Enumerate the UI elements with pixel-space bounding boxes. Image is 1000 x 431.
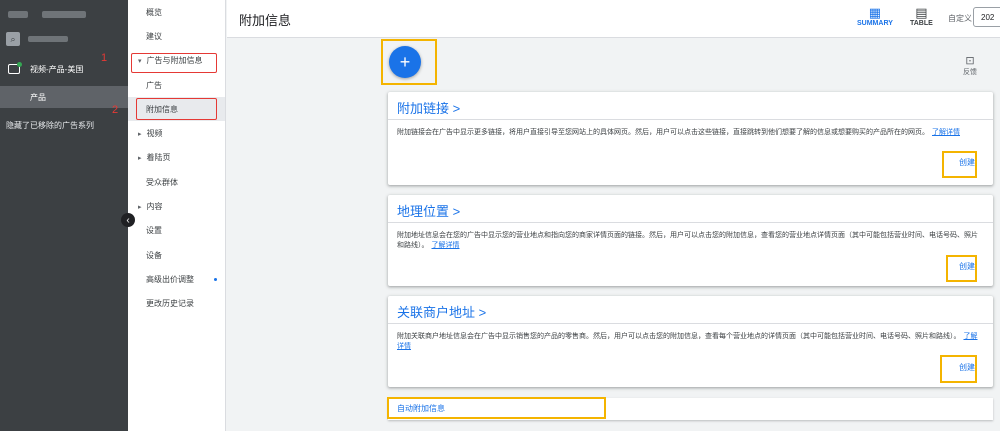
feedback-icon: ⊡: [965, 55, 975, 67]
campaign-name: 视频-产品-美国: [30, 64, 84, 74]
account-name-redacted: [42, 10, 86, 18]
sitelink-desc-text: 附加链接会在广告中显示更多链接，将用户直接引导至您网站上的具体网页。然后，用户可…: [397, 129, 929, 136]
new-indicator-dot: [214, 278, 217, 282]
summary-icon: ▦: [868, 5, 882, 20]
collapse-sidebar-chevron-icon[interactable]: ‹: [121, 213, 135, 227]
highlight-box-add: [381, 39, 437, 85]
video-campaign-icon: [8, 62, 22, 74]
page-title: 附加信息: [239, 13, 292, 28]
affiliate-location-card: 关联商户地址 > 附加关联商户地址信息会在广告中显示销售您的产品的零售商。然后，…: [388, 296, 993, 387]
nav-advanced-bid-label: 高级出价调整: [146, 274, 194, 284]
sitelink-learn-more-link[interactable]: 了解详情: [932, 129, 960, 136]
feedback-label: 反馈: [963, 69, 977, 76]
search-icon[interactable]: ⌕: [6, 32, 20, 46]
nav-videos[interactable]: 视频: [128, 121, 225, 145]
nav-landing-pages[interactable]: 着陆页: [128, 146, 225, 170]
highlight-box-extensions: [136, 98, 217, 120]
table-icon: ▤: [915, 5, 928, 20]
affiliate-location-description: 附加关联商户地址信息会在广告中显示销售您的产品的零售商。然后，用户可以点击您的附…: [388, 324, 993, 352]
account-selector[interactable]: [0, 0, 128, 28]
nav-ads[interactable]: 广告: [128, 73, 225, 97]
date-range-label: 自定义: [948, 14, 972, 23]
highlight-box-ads-extensions: [131, 53, 217, 73]
highlight-box-create-2: [946, 255, 977, 282]
nav-content[interactable]: 内容: [128, 194, 225, 218]
account-icon: [8, 10, 28, 18]
table-view-button[interactable]: ▤ TABLE: [910, 5, 933, 27]
highlight-box-create-1: [942, 151, 977, 178]
sitelink-description: 附加链接会在广告中显示更多链接，将用户直接引导至您网站上的具体网页。然后，用户可…: [388, 120, 993, 138]
nav-devices[interactable]: 设备: [128, 243, 225, 267]
affiliate-location-title[interactable]: 关联商户地址 >: [388, 296, 993, 324]
location-desc-text: 附加地址信息会在您的广告中显示您的营业地点和指向您的商家详情页面的链接。然后，用…: [397, 232, 978, 249]
nav-landing-pages-label: 着陆页: [146, 153, 171, 163]
annotation-number-1: 1: [101, 52, 108, 64]
date-range-picker[interactable]: 202: [973, 7, 1000, 27]
table-label: TABLE: [910, 20, 933, 27]
highlight-box-create-3: [940, 355, 977, 383]
campaign-item[interactable]: 视频-产品-美国: [0, 56, 128, 82]
nav-overview[interactable]: 概览: [128, 0, 225, 24]
highlight-box-automated: [387, 397, 606, 419]
nav-settings[interactable]: 设置: [128, 219, 225, 243]
affiliate-desc-text: 附加关联商户地址信息会在广告中显示销售您的产品的零售商。然后，用户可以点击您的附…: [397, 333, 961, 340]
nav-advanced-bid-adjustments[interactable]: 高级出价调整: [128, 267, 225, 291]
nav-videos-label: 视频: [146, 129, 163, 139]
nav-audiences[interactable]: 受众群体: [128, 170, 225, 194]
nav-recommendations[interactable]: 建议: [128, 24, 225, 48]
campaign-search[interactable]: ⌕: [0, 28, 128, 50]
summary-label: SUMMARY: [857, 20, 893, 27]
location-description: 附加地址信息会在您的广告中显示您的营业地点和指向您的商家详情页面的链接。然后，用…: [388, 223, 993, 251]
nav-content-label: 内容: [146, 202, 163, 212]
location-learn-more-link[interactable]: 了解详情: [432, 242, 460, 249]
ad-group-item[interactable]: 产品: [0, 86, 128, 108]
summary-view-button[interactable]: ▦ SUMMARY: [857, 5, 893, 27]
location-card: 地理位置 > 附加地址信息会在您的广告中显示您的营业地点和指向您的商家详情页面的…: [388, 195, 993, 286]
location-title[interactable]: 地理位置 >: [388, 195, 993, 223]
feedback-button[interactable]: ⊡ 反馈: [963, 54, 977, 77]
search-text-redacted: [28, 36, 68, 42]
annotation-number-2: 2: [112, 104, 119, 116]
page-header: 附加信息 ▦ SUMMARY ▤ TABLE 自定义 202: [227, 0, 1000, 38]
hidden-removed-campaigns[interactable]: 隐藏了已移除的广告系列: [0, 114, 128, 136]
nav-change-history[interactable]: 更改历史记录: [128, 292, 225, 316]
sitelink-card: 附加链接 > 附加链接会在广告中显示更多链接，将用户直接引导至您网站上的具体网页…: [388, 92, 993, 185]
sitelink-title[interactable]: 附加链接 >: [388, 92, 993, 120]
account-sidebar: ⌕ 视频-产品-美国 产品 隐藏了已移除的广告系列 1 2: [0, 0, 128, 431]
